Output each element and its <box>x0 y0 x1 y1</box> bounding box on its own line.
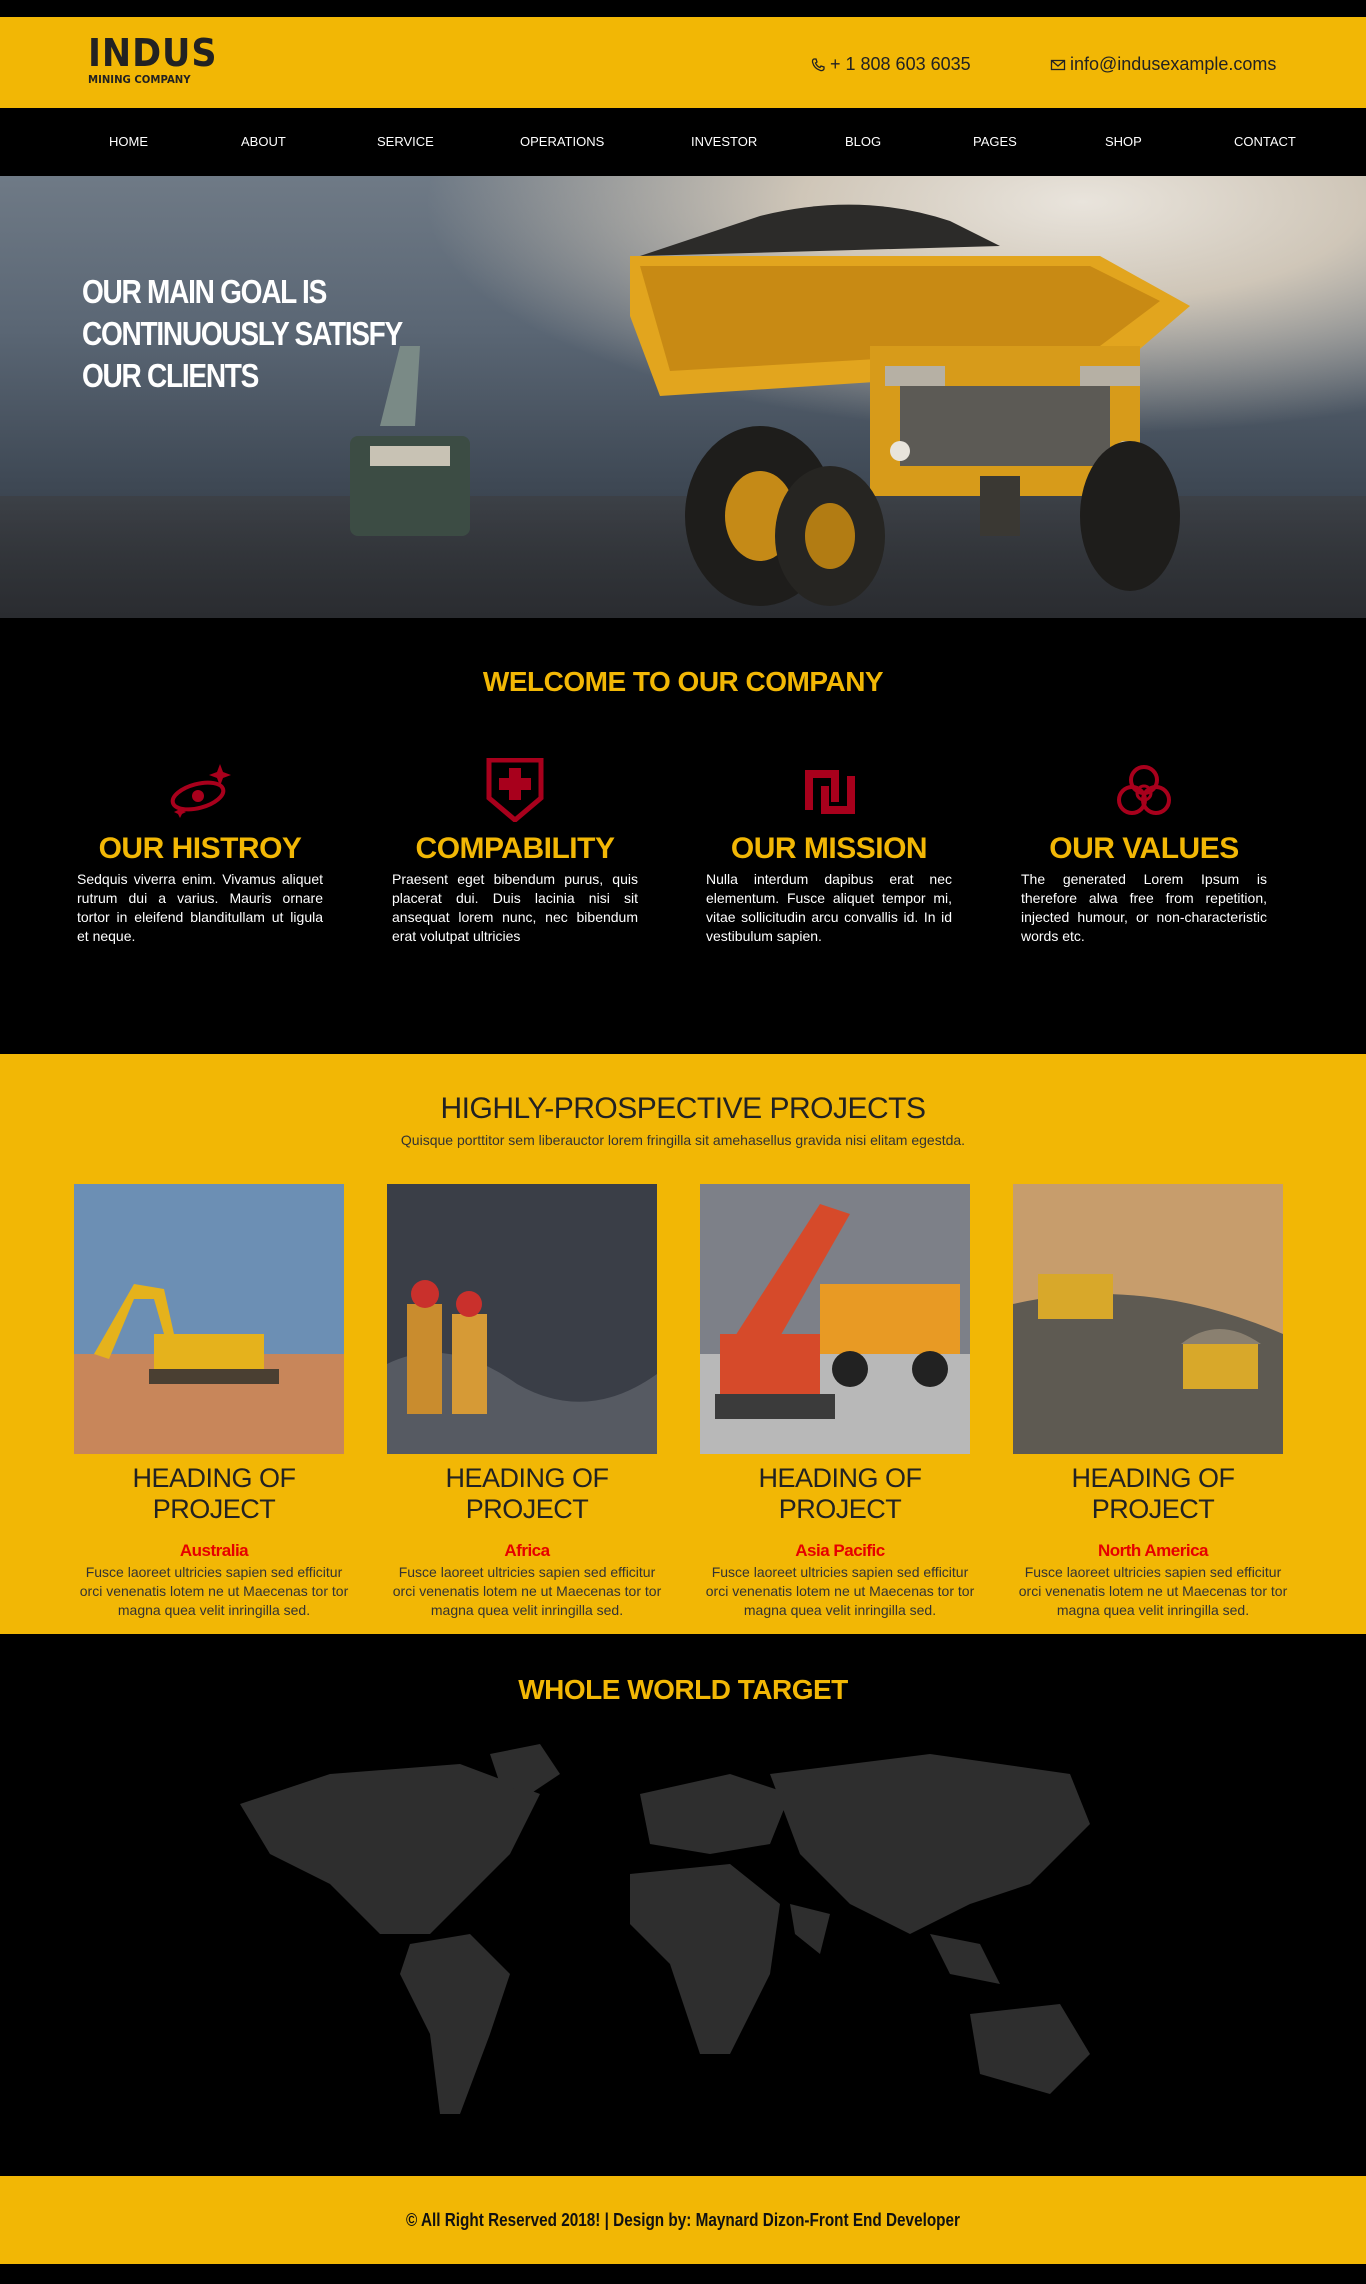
nav-item-contact[interactable]: CONTACT <box>1234 134 1296 149</box>
welcome-section: WELCOME TO OUR COMPANY OUR HISTROY Sedqu… <box>0 618 1366 1054</box>
mining-truck-image <box>350 204 1190 606</box>
project-region: North America <box>1097 1541 1209 1560</box>
project-card[interactable]: HEADING OF PROJECT Asia Pacific Fusce la… <box>700 1184 980 1620</box>
welcome-title: WELCOME TO OUR COMPANY <box>482 666 884 697</box>
feature-text: Praesent eget bibendum purus, quis place… <box>392 871 638 944</box>
hero-heading: OUR MAIN GOAL IS CONTINUOUSLY SATISFY OU… <box>82 273 403 394</box>
feature-title: COMPABILITY <box>415 832 615 865</box>
footer-copyright: © All Right Reserved 2018! | Design by: … <box>405 2210 960 2230</box>
nav-item-investor[interactable]: INVESTOR <box>691 134 757 149</box>
project-text: Fusce laoreet ultricies sapien sed effic… <box>1018 1564 1288 1618</box>
phone-icon <box>811 57 825 71</box>
project-image-excavator <box>74 1184 344 1454</box>
feature-text: Nulla interdum dapibus erat nec elementu… <box>706 871 952 944</box>
nav-item-shop[interactable]: SHOP <box>1105 134 1142 149</box>
sheqel-icon <box>805 770 855 814</box>
feature-title: OUR VALUES <box>1049 832 1239 865</box>
nav-item-about[interactable]: ABOUT <box>241 134 286 149</box>
logo-tagline: MINING COMPANY <box>88 73 191 86</box>
feature-compability: COMPABILITY Praesent eget bibendum purus… <box>392 758 638 946</box>
feature-text: Sedquis viverra enim. Vivamus aliquet ru… <box>77 871 323 944</box>
hero-banner: OUR MAIN GOAL IS CONTINUOUSLY SATISFY OU… <box>0 176 1366 618</box>
project-card[interactable]: HEADING OF PROJECT Africa Fusce laoreet … <box>387 1184 667 1620</box>
top-black-strip <box>0 0 1366 17</box>
project-heading: HEADING OF PROJECT <box>132 1463 296 1524</box>
projects-title: HIGHLY-PROSPECTIVE PROJECTS <box>440 1092 926 1125</box>
shield-cross-icon <box>486 758 544 822</box>
nav-item-home[interactable]: HOME <box>109 134 148 149</box>
phone-contact[interactable]: + 1 808 603 6035 <box>810 54 971 75</box>
main-nav: HOME ABOUT SERVICE OPERATIONS INVESTOR B… <box>0 108 1366 176</box>
biohazard-icon <box>1117 765 1171 815</box>
logo-name: INDUS <box>88 31 218 75</box>
footer: © All Right Reserved 2018! | Design by: … <box>0 2176 1366 2264</box>
project-text: Fusce laoreet ultricies sapien sed effic… <box>79 1564 349 1618</box>
nav-item-service[interactable]: SERVICE <box>377 134 434 149</box>
project-card[interactable]: HEADING OF PROJECT North America Fusce l… <box>1013 1184 1293 1620</box>
feature-title: OUR MISSION <box>730 832 928 865</box>
phone-number: + 1 808 603 6035 <box>830 54 971 74</box>
email-contact[interactable]: info@indusexample.coms <box>1050 54 1276 75</box>
feature-title: OUR HISTROY <box>98 832 302 865</box>
project-image-red-excavator <box>700 1184 970 1454</box>
project-region: Australia <box>179 1541 249 1560</box>
project-text: Fusce laoreet ultricies sapien sed effic… <box>705 1564 975 1618</box>
feature-text: The generated Lorem Ipsum is therefore a… <box>1021 871 1267 944</box>
feature-values: OUR VALUES The generated Lorem Ipsum is … <box>1021 758 1267 946</box>
logo[interactable]: INDUS MINING COMPANY <box>88 33 229 86</box>
project-image-haul-trucks <box>1013 1184 1283 1454</box>
project-card[interactable]: HEADING OF PROJECT Australia Fusce laore… <box>74 1184 354 1620</box>
galaxy-icon <box>170 764 231 818</box>
envelope-icon <box>1050 59 1066 70</box>
feature-mission: OUR MISSION Nulla interdum dapibus erat … <box>706 758 952 946</box>
nav-item-operations[interactable]: OPERATIONS <box>520 134 604 149</box>
project-heading: HEADING OF PROJECT <box>445 1463 609 1524</box>
project-heading: HEADING OF PROJECT <box>1071 1463 1235 1524</box>
bottom-black-strip <box>0 2264 1366 2284</box>
project-image-miners <box>387 1184 657 1454</box>
nav-item-blog[interactable]: BLOG <box>845 134 881 149</box>
projects-section: HIGHLY-PROSPECTIVE PROJECTS Quisque port… <box>0 1054 1366 1634</box>
project-text: Fusce laoreet ultricies sapien sed effic… <box>392 1564 662 1618</box>
project-region: Africa <box>504 1541 550 1560</box>
feature-history: OUR HISTROY Sedquis viverra enim. Vivamu… <box>77 758 323 946</box>
nav-item-pages[interactable]: PAGES <box>973 134 1017 149</box>
project-region: Asia Pacific <box>795 1541 885 1560</box>
brand-bar: INDUS MINING COMPANY + 1 808 603 6035 in… <box>0 17 1366 108</box>
projects-lead: Quisque porttitor sem liberauctor lorem … <box>400 1132 966 1148</box>
email-address: info@indusexample.coms <box>1070 54 1277 74</box>
world-map <box>240 1744 1090 2114</box>
world-title: WHOLE WORLD TARGET <box>518 1674 848 1705</box>
project-heading: HEADING OF PROJECT <box>758 1463 922 1524</box>
world-section: WHOLE WORLD TARGET <box>0 1634 1366 2176</box>
